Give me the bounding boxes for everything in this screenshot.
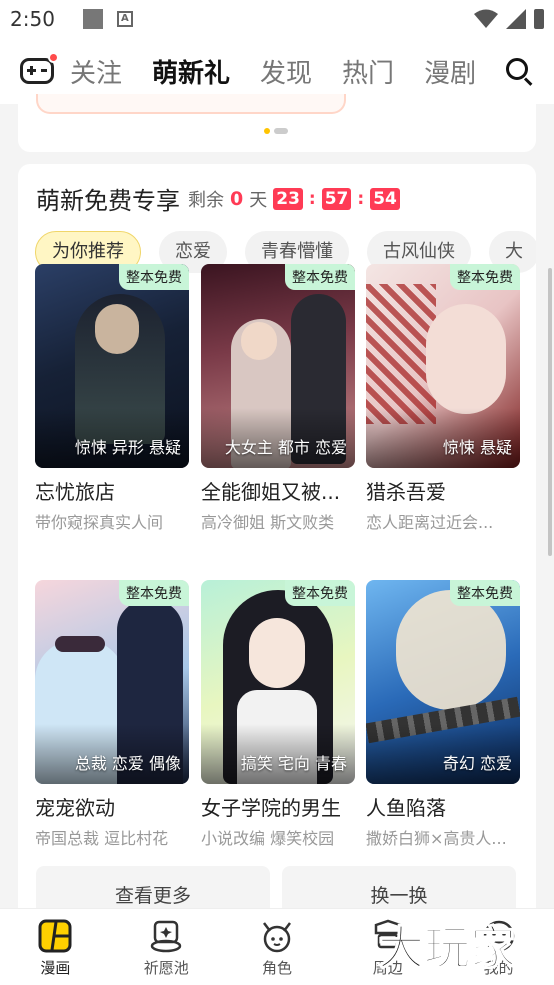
comic-subtitle: 带你窥探真实人间	[35, 513, 164, 532]
wifi-icon	[474, 9, 498, 28]
free-badge: 整本免费	[450, 580, 520, 606]
comic-title[interactable]: 全能御姐又被...	[201, 476, 355, 505]
nav-label: 角色	[261, 959, 292, 977]
status-time: 2:50	[10, 7, 55, 31]
colon: :	[308, 188, 316, 209]
remain-label: 剩余	[188, 189, 224, 211]
free-badge: 整本免费	[450, 264, 520, 290]
comic-cover[interactable]: 整本免费 奇幻 恋爱	[366, 580, 520, 784]
signal-icon	[506, 9, 526, 29]
red-dot-badge	[48, 52, 59, 63]
tab-discover[interactable]: 发现	[260, 53, 312, 90]
comic-cover[interactable]: 整本免费 大女主 都市 恋爱	[201, 264, 355, 468]
banner-carousel[interactable]	[18, 94, 536, 152]
comic-title[interactable]: 女子学院的男生	[201, 792, 355, 821]
nav-character[interactable]: 角色	[222, 909, 333, 985]
nav-wish-pool[interactable]: 祈愿池	[111, 909, 222, 985]
scrollbar[interactable]	[548, 268, 552, 556]
character-icon	[262, 922, 291, 953]
nav-label: 祈愿池	[143, 959, 189, 977]
section-header: 萌新免费专享 剩余 0 天 23 : 57 : 54	[36, 181, 400, 216]
comic-card[interactable]: 整本免费 惊悚 异形 悬疑 忘忧旅店 带你窥探真实人间	[35, 264, 189, 533]
comic-title[interactable]: 猎杀吾爱	[366, 476, 520, 505]
status-bar: 2:50 A	[0, 0, 554, 38]
newbie-free-section: 萌新免费专享 剩余 0 天 23 : 57 : 54 为你推荐 恋爱 青春懵懂 …	[18, 164, 536, 924]
hours-box: 23	[273, 187, 303, 210]
comic-tags: 搞笑 宅向 青春	[240, 754, 347, 773]
comic-icon	[38, 919, 72, 953]
comic-tags: 奇幻 恋爱	[442, 754, 512, 773]
comic-subtitle: 帝国总裁 逗比村花	[35, 829, 169, 848]
tab-follow[interactable]: 关注	[70, 53, 122, 90]
comic-title[interactable]: 宠宠欲动	[35, 792, 189, 821]
comic-card[interactable]: 整本免费 惊悚 悬疑 猎杀吾爱 恋人距离过近会...	[366, 264, 520, 533]
seconds-box: 54	[370, 187, 400, 210]
comic-card[interactable]: 整本免费 大女主 都市 恋爱 全能御姐又被... 高冷御姐 斯文败类	[201, 264, 355, 533]
free-badge: 整本免费	[119, 264, 189, 290]
tab-newbie-gift[interactable]: 萌新礼	[152, 53, 230, 90]
status-right-icons	[474, 9, 544, 29]
tab-drama[interactable]: 漫剧	[424, 53, 476, 90]
comic-card[interactable]: 整本免费 搞笑 宅向 青春 女子学院的男生 小说改编 爆笑校园	[201, 580, 355, 849]
comic-tags: 大女主 都市 恋爱	[224, 438, 347, 457]
days-count: 0	[230, 187, 244, 210]
a-icon: A	[116, 11, 133, 27]
comic-cover[interactable]: 整本免费 总裁 恋爱 偶像	[35, 580, 189, 784]
free-badge: 整本免费	[285, 580, 355, 606]
comic-card[interactable]: 整本免费 奇幻 恋爱 人鱼陷落 撒娇白狮×高贵人...	[366, 580, 520, 849]
free-badge: 整本免费	[285, 264, 355, 290]
comic-title[interactable]: 忘忧旅店	[35, 476, 189, 505]
minutes-box: 57	[321, 187, 352, 210]
carousel-indicator	[264, 128, 288, 134]
battery-icon	[534, 9, 544, 29]
comic-cover[interactable]: 整本免费 惊悚 异形 悬疑	[35, 264, 189, 468]
comic-cover[interactable]: 整本免费 惊悚 悬疑	[366, 264, 520, 468]
day-unit: 天	[249, 189, 268, 211]
comic-cover[interactable]: 整本免费 搞笑 宅向 青春	[201, 580, 355, 784]
notification-square-icon	[82, 9, 103, 29]
free-badge: 整本免费	[119, 580, 189, 606]
section-title: 萌新免费专享	[36, 187, 180, 215]
wish-pool-icon	[150, 920, 182, 953]
comic-tags: 惊悚 异形 悬疑	[74, 438, 181, 457]
nav-label: 漫画	[40, 959, 71, 977]
comic-tags: 惊悚 悬疑	[442, 438, 512, 457]
nav-comic[interactable]: 漫画	[0, 909, 111, 985]
banner-slide[interactable]	[36, 94, 346, 114]
tab-hot[interactable]: 热门	[342, 53, 394, 90]
comic-subtitle: 恋人距离过近会...	[366, 513, 494, 532]
comic-subtitle: 撒娇白狮×高贵人...	[366, 829, 507, 848]
watermark-logo: 大玩家	[377, 920, 517, 976]
carousel-dot-active	[264, 128, 270, 134]
gamepad-icon[interactable]	[20, 52, 59, 84]
colon: :	[357, 188, 365, 209]
comic-card[interactable]: 整本免费 总裁 恋爱 偶像 宠宠欲动 帝国总裁 逗比村花	[35, 580, 189, 849]
comic-subtitle: 高冷御姐 斯文败类	[201, 513, 335, 532]
comic-title[interactable]: 人鱼陷落	[366, 792, 520, 821]
search-icon[interactable]	[506, 58, 534, 86]
carousel-dot	[274, 128, 288, 134]
comic-tags: 总裁 恋爱 偶像	[74, 754, 181, 773]
watermark-text: 大玩家	[378, 921, 516, 975]
comic-subtitle: 小说改编 爆笑校园	[201, 829, 335, 848]
